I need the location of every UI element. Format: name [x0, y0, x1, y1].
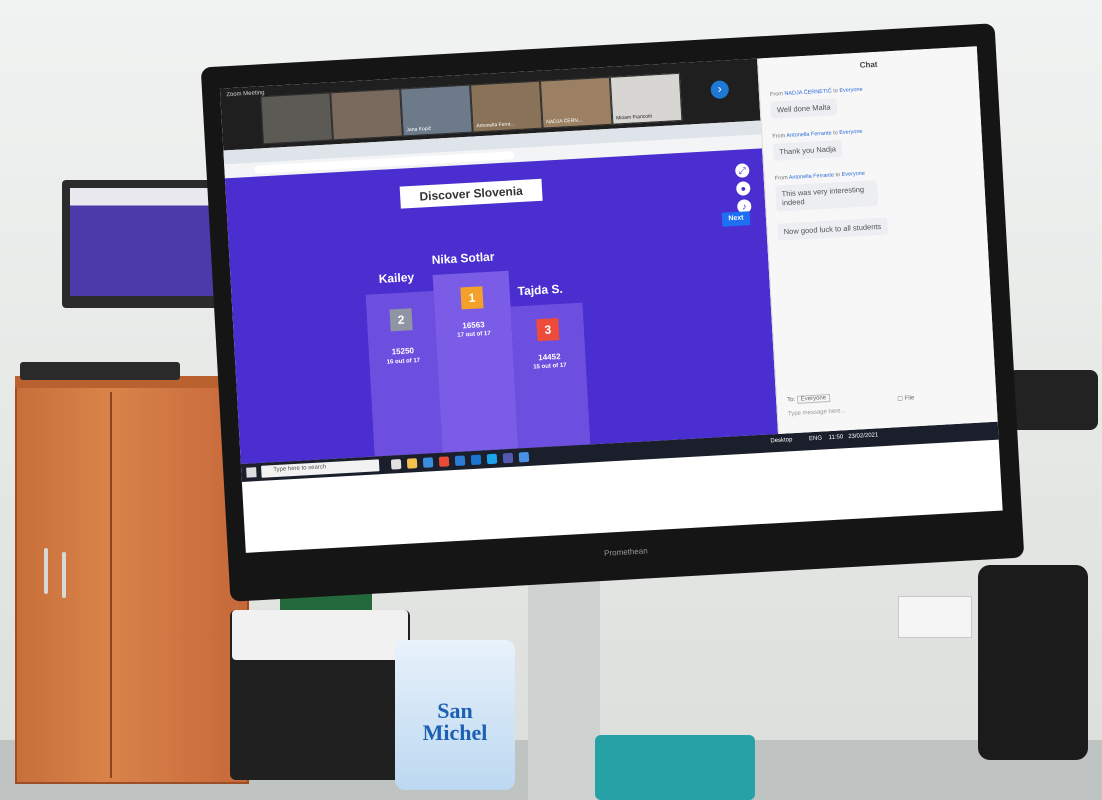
next-button[interactable]: Next — [721, 211, 751, 227]
cabinet-handle-left — [44, 548, 48, 594]
correct-count-second: 16 out of 17 — [386, 357, 421, 366]
cabinet-handle-right — [62, 552, 66, 598]
recipient-select[interactable]: Everyone — [796, 393, 831, 404]
rank-badge-second: 2 — [389, 308, 413, 332]
podium-name-third: Tajda S. — [517, 281, 564, 299]
clock-time[interactable]: 11:50 — [829, 434, 844, 441]
wooden-cabinet — [15, 380, 249, 784]
chat-message: Thank you Nadja — [772, 139, 843, 161]
store-icon[interactable] — [454, 455, 466, 467]
quiz-title: Discover Slovenia — [399, 178, 543, 209]
podium-name-first: Nika Sotlar — [431, 249, 495, 267]
teal-basket — [595, 735, 755, 800]
app-icon[interactable] — [518, 451, 530, 463]
podium-second: 2 15250 16 out of 17 — [365, 290, 443, 457]
keyboard — [20, 362, 180, 380]
file-explorer-icon[interactable] — [406, 458, 418, 469]
chat-title: Chat — [859, 59, 878, 70]
chat-recipient: To: Everyone — [787, 393, 831, 404]
chat-message: Now good luck to all students — [777, 217, 888, 241]
chat-panel: Chat From NADJA ČERNETIČ to Everyone Wel… — [757, 46, 999, 434]
mail-icon[interactable] — [470, 454, 482, 466]
system-tray: Desktop ENG 11:50 23/02/2021 — [770, 432, 878, 444]
interactive-panel: Zoom Meeting Jana Kopič Antonella Ferra.… — [200, 23, 1025, 602]
participant-tile[interactable] — [330, 88, 403, 141]
settings-icon[interactable]: ● — [735, 181, 751, 196]
podium-third: 3 14452 15 out of 17 — [510, 302, 591, 449]
fullscreen-icon[interactable]: ⤢ — [734, 163, 750, 178]
desk-phone — [1008, 370, 1098, 430]
chat-message: This was very interesting indeed — [775, 180, 879, 212]
edge-icon[interactable] — [422, 457, 434, 468]
podium-first: 1 16563 17 out of 17 — [432, 270, 519, 453]
correct-count-third: 15 out of 17 — [533, 362, 567, 371]
next-participants-icon[interactable]: › — [710, 80, 730, 100]
meeting-window-title: Zoom Meeting — [226, 90, 265, 99]
panel-screen: Zoom Meeting Jana Kopič Antonella Ferra.… — [219, 46, 1003, 553]
chat-message-meta: From Antonella Ferrante to Everyone — [772, 128, 863, 140]
chat-message-meta: From Antonella Ferrante to Everyone — [774, 170, 866, 182]
quiz-results: Discover Slovenia ⤢ ● ♪ Next Kailey 2 15… — [224, 148, 779, 464]
chat-message-meta: From NADJA ČERNETIČ to Everyone — [769, 86, 863, 98]
waste-bin-lid — [232, 610, 408, 660]
rank-badge-third: 3 — [536, 318, 560, 342]
rank-badge-first: 1 — [460, 286, 484, 310]
participant-tile[interactable] — [260, 92, 333, 145]
chat-message: Well done Malta — [770, 98, 837, 119]
teams-icon[interactable] — [502, 452, 514, 464]
chrome-icon[interactable] — [438, 456, 450, 467]
black-bag — [978, 565, 1088, 760]
participant-tile[interactable]: Antonella Ferra... — [470, 80, 543, 133]
podium-name-second: Kailey — [378, 270, 415, 286]
participant-tile[interactable]: Miriam Francotti — [609, 72, 683, 125]
chat-message-input[interactable]: Type message here... — [788, 400, 988, 417]
clock-date[interactable]: 23/02/2021 — [848, 432, 878, 440]
desktop-monitor-screen — [70, 188, 224, 296]
task-view-icon[interactable] — [390, 459, 402, 470]
score-second: 15250 — [391, 346, 415, 357]
zoom-icon[interactable] — [486, 453, 498, 465]
participant-tile[interactable]: Jana Kopič — [400, 84, 473, 137]
file-button[interactable]: ▢ File — [897, 394, 914, 402]
file-icon: ▢ — [897, 395, 904, 403]
power-socket — [898, 596, 972, 638]
language-indicator[interactable]: ENG — [809, 436, 822, 443]
cabinet-door-split — [110, 392, 112, 778]
windows-start-icon[interactable] — [246, 467, 257, 478]
participant-tile[interactable]: NADJA ČERN... — [539, 76, 613, 129]
desktop-label[interactable]: Desktop — [770, 437, 792, 444]
water-brand-label: San Michel — [422, 698, 488, 745]
